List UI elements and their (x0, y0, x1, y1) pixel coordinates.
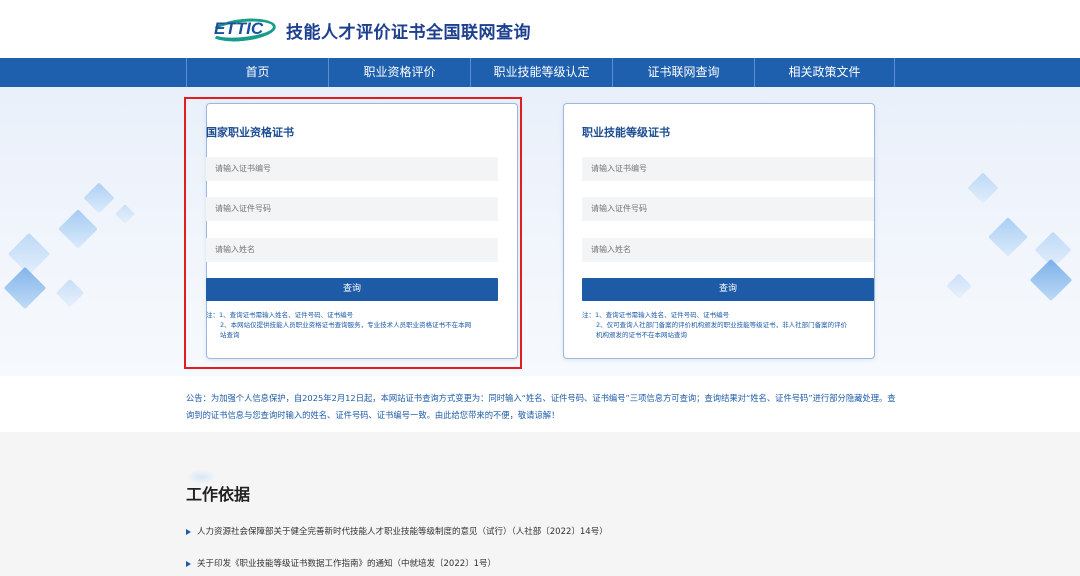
query-section: 国家职业资格证书 查询 注：1、查询证书需输入姓名、证件号码、证书编号 2、本网… (0, 87, 1080, 376)
decor-cube-icon (7, 232, 51, 276)
announcement: 公告：为加强个人信息保护，自2025年2月12日起，本网站证书查询方式变更为：同… (0, 376, 1080, 432)
note-line-3: 机构颁发的证书不在本网站查询 (596, 331, 687, 339)
site-logo[interactable]: ETTIC 技能人才评价证书全国联网查询 (209, 15, 531, 45)
basis-link-text: 关于印发《职业技能等级证书数据工作指南》的通知（中就培发〔2022〕1号） (197, 559, 497, 569)
decor-cube-icon (967, 172, 999, 204)
nav-item-certificate-query[interactable]: 证书联网查询 (613, 58, 755, 87)
decor-cube-icon (988, 217, 1028, 257)
note-line-2: 2、仅可查询人社部门备案的评价机构颁发的职业技能等级证书，非人社部门备案的评价 (596, 321, 848, 329)
decor-cube-icon (3, 266, 47, 310)
id-number-input[interactable] (582, 197, 874, 221)
nav-item-skill-level-certification[interactable]: 职业技能等级认定 (471, 58, 613, 87)
decor-cube-icon (58, 209, 98, 249)
basis-link-text: 人力资源社会保障部关于健全完善新时代技能人才职业技能等级制度的意见（试行）（人社… (197, 527, 608, 537)
decor-cube-icon (115, 204, 135, 224)
nav-item-qualification-evaluation[interactable]: 职业资格评价 (329, 58, 471, 87)
decor-cube-icon (55, 278, 85, 308)
name-input[interactable] (582, 238, 874, 262)
query-button[interactable]: 查询 (582, 278, 874, 301)
certificate-number-input[interactable] (582, 157, 874, 181)
announcement-text: 公告：为加强个人信息保护，自2025年2月12日起，本网站证书查询方式变更为：同… (186, 393, 896, 420)
ettic-logo-icon: ETTIC (209, 15, 278, 45)
triangle-bullet-icon (186, 528, 191, 535)
card-title: 职业技能等级证书 (582, 126, 670, 139)
skill-level-card: 职业技能等级证书 查询 注：1、查询证书需输入姓名、证件号码、证书编号 2、仅可… (563, 103, 875, 359)
main-nav: 首页 职业资格评价 职业技能等级认定 证书联网查询 相关政策文件 (0, 58, 1080, 87)
decor-cube-icon (1029, 258, 1073, 302)
nav-item-policy-documents[interactable]: 相关政策文件 (755, 58, 895, 87)
decor-cube-icon (946, 273, 972, 299)
decor-cube-icon (83, 182, 115, 214)
site-title: 技能人才评价证书全国联网查询 (286, 22, 531, 43)
logo-text: ETTIC (214, 19, 264, 38)
work-basis-section: 工作依据 人力资源社会保障部关于健全完善新时代技能人才职业技能等级制度的意见（试… (0, 432, 1080, 576)
basis-link[interactable]: 人力资源社会保障部关于健全完善新时代技能人才职业技能等级制度的意见（试行）（人社… (186, 525, 608, 537)
basis-link[interactable]: 关于印发《职业技能等级证书数据工作指南》的通知（中就培发〔2022〕1号） (186, 557, 496, 569)
triangle-bullet-icon (186, 560, 191, 567)
site-header: ETTIC 技能人才评价证书全国联网查询 (0, 0, 1080, 58)
section-title: 工作依据 (186, 485, 251, 504)
note-line-1: 注：1、查询证书需输入姓名、证件号码、证书编号 (582, 311, 730, 319)
nav-item-home[interactable]: 首页 (187, 58, 329, 87)
highlight-box (184, 97, 522, 369)
